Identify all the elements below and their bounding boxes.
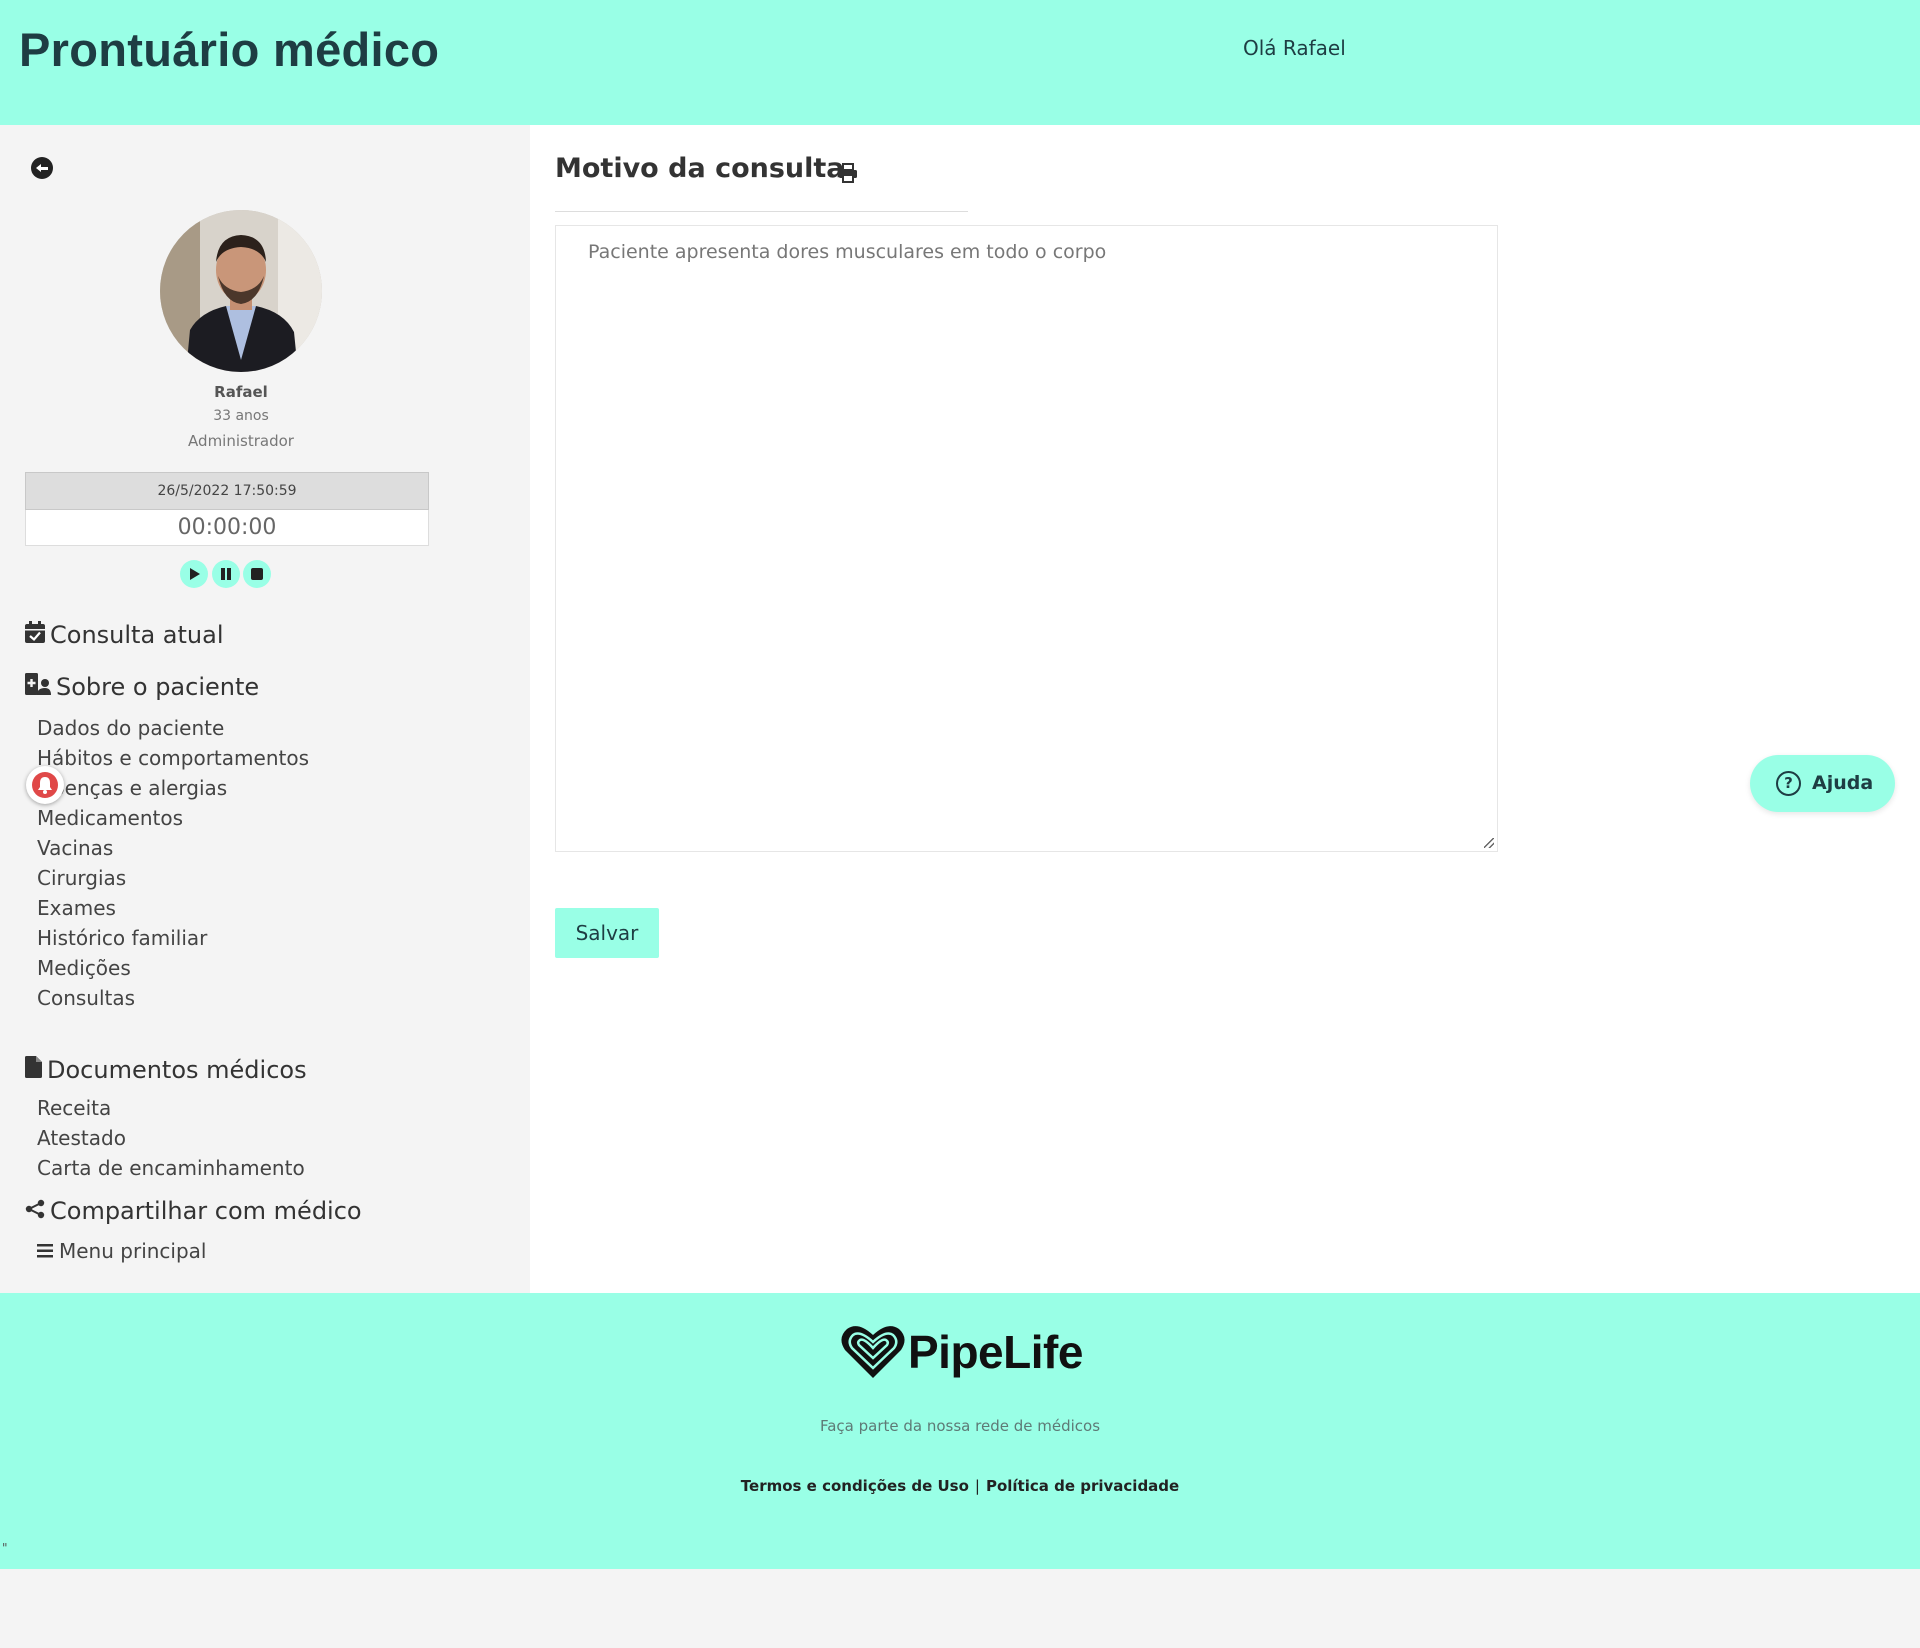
stray-quote-mark: " <box>2 1541 8 1555</box>
stop-icon <box>251 568 263 580</box>
brand-logo: PipeLife <box>840 1322 1083 1382</box>
patient-age: 33 anos <box>213 408 269 424</box>
bell-icon <box>38 777 52 794</box>
terms-link[interactable]: Termos e condições de Uso <box>741 1477 969 1495</box>
section-label: Sobre o paciente <box>56 673 260 701</box>
menu-icon <box>37 1244 53 1258</box>
print-icon[interactable] <box>838 163 858 187</box>
avatar <box>160 210 322 372</box>
sidebar-item-surgeries[interactable]: Cirurgias <box>37 866 126 890</box>
notification-button[interactable] <box>26 766 64 804</box>
main-menu-label: Menu principal <box>59 1239 207 1263</box>
section-share-doctor[interactable]: Compartilhar com médico <box>25 1197 362 1225</box>
consult-datetime: 26/5/2022 17:50:59 <box>25 472 429 510</box>
top-header: Prontuário médico Olá Rafael <box>0 0 1920 125</box>
section-label: Compartilhar com médico <box>50 1197 362 1225</box>
section-about-patient[interactable]: Sobre o paciente <box>25 673 259 701</box>
sidebar-item-referral-letter[interactable]: Carta de encaminhamento <box>37 1156 305 1180</box>
back-arrow-icon[interactable] <box>31 157 53 179</box>
patient-name: Rafael <box>214 383 268 401</box>
title-divider <box>555 211 968 212</box>
sidebar-item-medications[interactable]: Medicamentos <box>37 806 183 830</box>
heart-logo-icon <box>841 1326 905 1378</box>
patient-record-icon <box>25 673 51 701</box>
sidebar-item-patient-data[interactable]: Dados do paciente <box>37 716 224 740</box>
play-icon <box>190 568 200 580</box>
sidebar-item-habits[interactable]: Hábitos e comportamentos <box>37 746 309 770</box>
section-medical-documents[interactable]: Documentos médicos <box>25 1056 307 1084</box>
page-title: Prontuário médico <box>19 23 440 76</box>
link-separator: | <box>974 1477 980 1495</box>
resize-handle-icon[interactable] <box>1484 838 1494 848</box>
play-button[interactable] <box>180 560 208 588</box>
main-menu-link[interactable]: Menu principal <box>37 1239 206 1263</box>
section-current-consult[interactable]: Consulta atual <box>25 621 223 649</box>
sidebar-item-certificate[interactable]: Atestado <box>37 1126 126 1150</box>
privacy-link[interactable]: Política de privacidade <box>986 1477 1179 1495</box>
footer: PipeLife Faça parte da nossa rede de méd… <box>0 1293 1920 1569</box>
consult-reason-textarea[interactable]: Paciente apresenta dores musculares em t… <box>555 225 1498 852</box>
sidebar-item-vaccines[interactable]: Vacinas <box>37 836 113 860</box>
help-button[interactable]: ? Ajuda <box>1750 755 1895 812</box>
save-button[interactable]: Salvar <box>555 908 659 958</box>
main-content: Motivo da consulta Paciente apresenta do… <box>530 125 1920 1293</box>
section-label: Consulta atual <box>50 621 224 649</box>
brand-name: PipeLife <box>908 1326 1083 1378</box>
share-icon <box>25 1197 45 1225</box>
question-icon: ? <box>1776 771 1801 796</box>
stop-button[interactable] <box>243 560 271 588</box>
sidebar-item-measurements[interactable]: Medições <box>37 956 131 980</box>
sidebar-item-exams[interactable]: Exames <box>37 896 116 920</box>
footer-links: Termos e condições de Uso | Política de pr… <box>0 1477 1920 1495</box>
document-icon <box>25 1056 42 1084</box>
calendar-check-icon <box>25 621 45 649</box>
patient-role: Administrador <box>188 432 294 450</box>
footer-tagline[interactable]: Faça parte da nossa rede de médicos <box>0 1417 1920 1435</box>
pause-button[interactable] <box>212 560 240 588</box>
consult-timer: 00:00:00 <box>25 510 429 546</box>
sidebar: Rafael 33 anos Administrador 26/5/2022 1… <box>0 125 530 1293</box>
sidebar-item-prescription[interactable]: Receita <box>37 1096 111 1120</box>
sidebar-item-consultations[interactable]: Consultas <box>37 986 135 1010</box>
help-label: Ajuda <box>1812 772 1874 794</box>
user-greeting: Olá Rafael <box>1243 36 1346 60</box>
section-label: Documentos médicos <box>47 1056 307 1084</box>
sidebar-item-family-history[interactable]: Histórico familiar <box>37 926 207 950</box>
sidebar-item-diseases-allergies[interactable]: Doenças e alergias <box>37 776 227 800</box>
section-title: Motivo da consulta <box>555 153 845 184</box>
